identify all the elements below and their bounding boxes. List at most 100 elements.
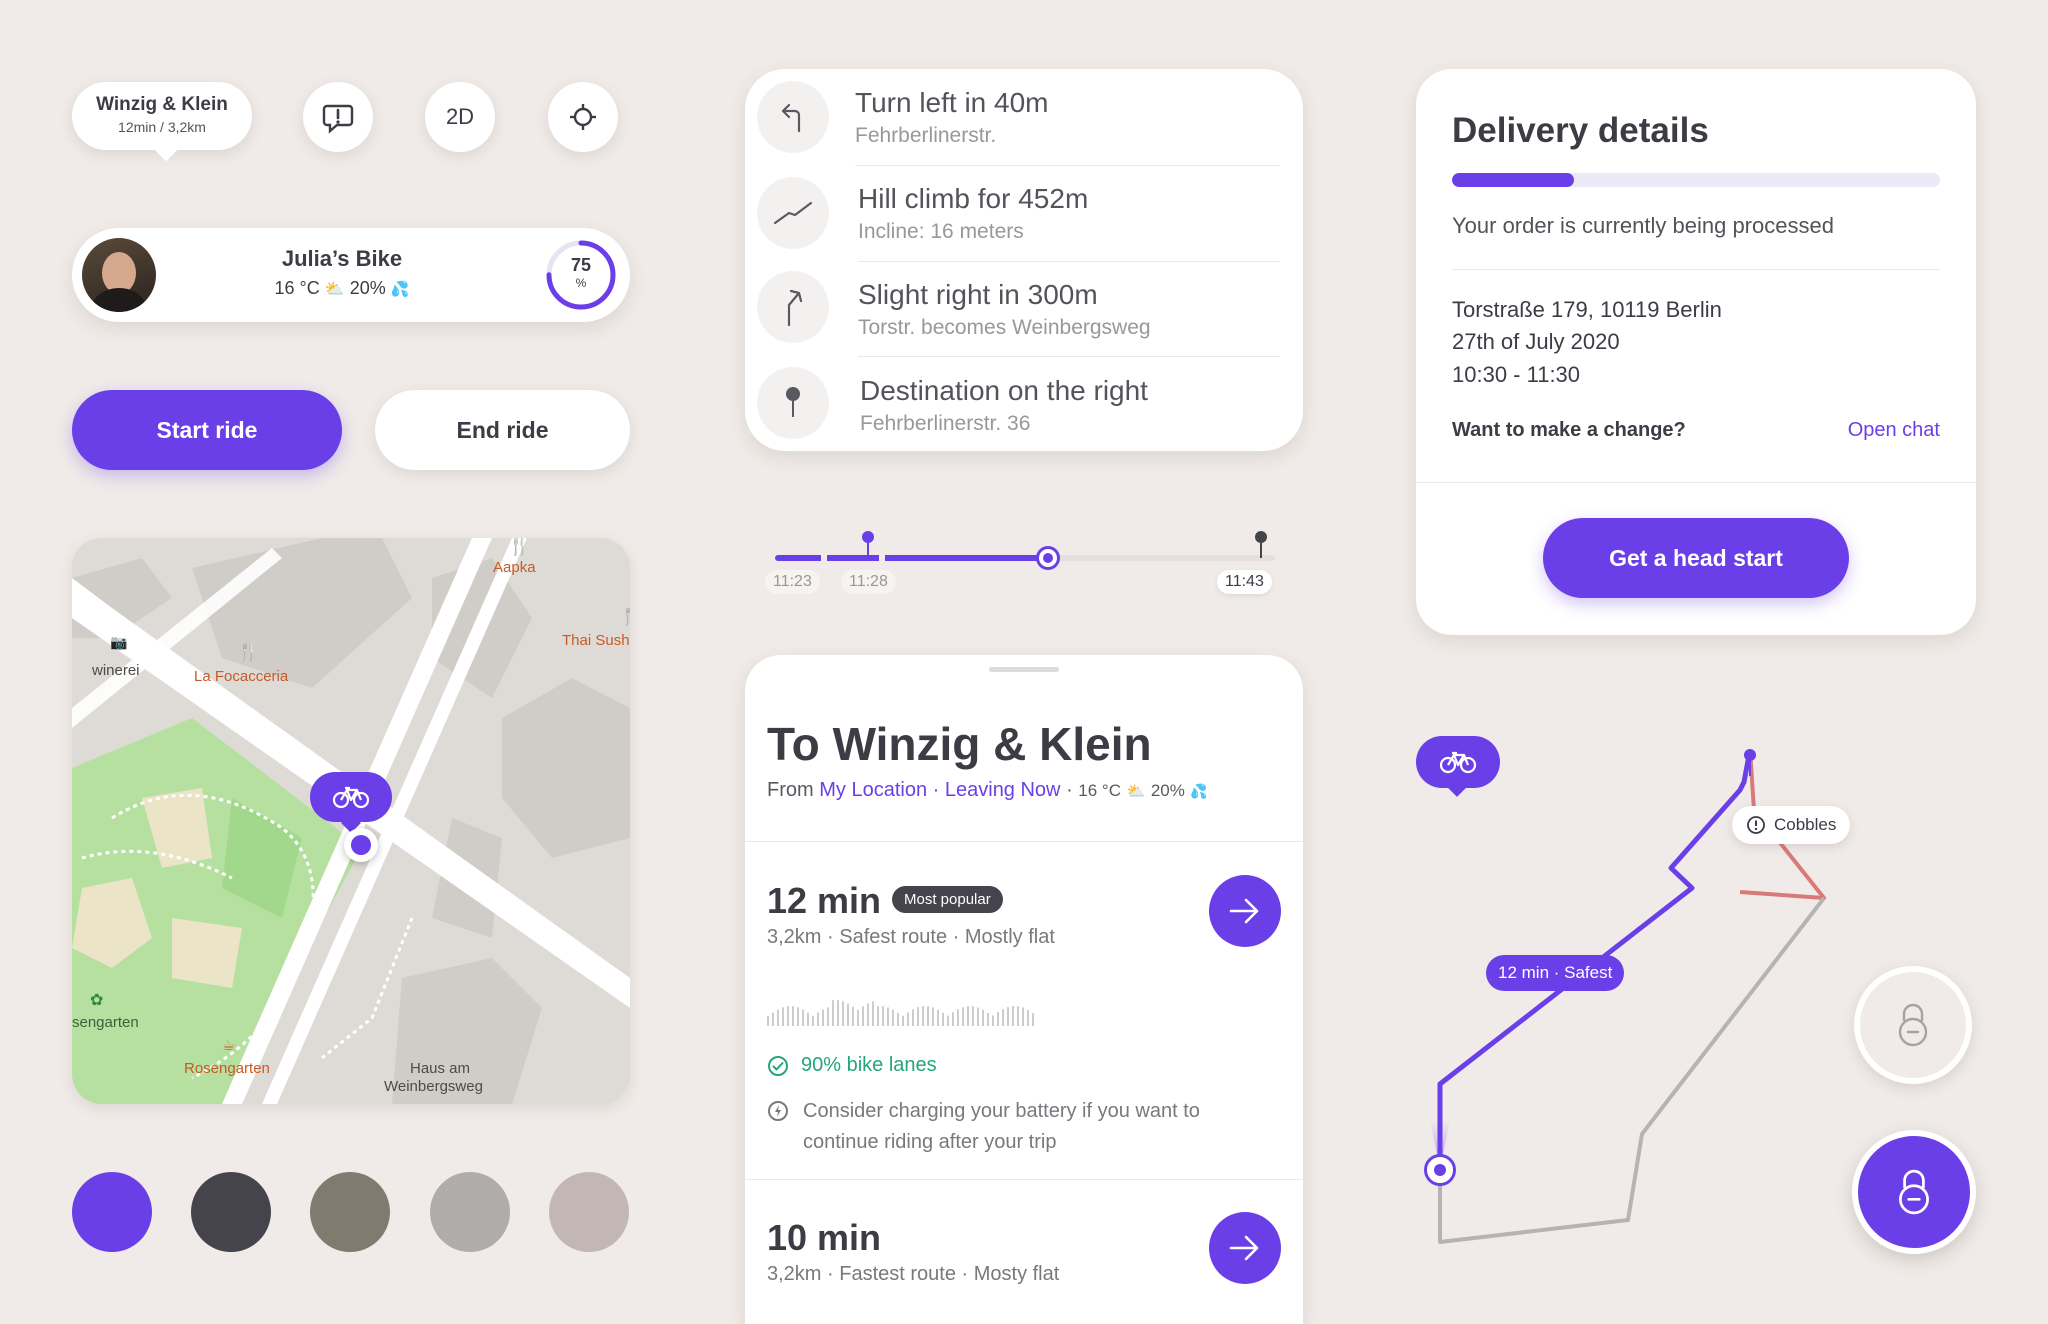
elevation-bar <box>767 1016 769 1026</box>
color-swatch-stone <box>430 1172 510 1252</box>
elevation-bar <box>852 1006 854 1026</box>
temperature: 16 °C <box>274 278 320 298</box>
elevation-bar <box>892 1009 894 1026</box>
restaurant-icon: 🍴 <box>508 538 531 556</box>
start-ride-button[interactable]: Start ride <box>72 390 342 470</box>
battery-unit: % <box>575 276 587 290</box>
battery-note-line-2: continue riding after your trip <box>803 1131 1057 1153</box>
bike-lanes-row: 90% bike lanes <box>767 1054 937 1077</box>
open-chat-link[interactable]: Open chat <box>1848 419 1940 442</box>
elevation-bar <box>977 1007 979 1026</box>
lock-button-inactive[interactable] <box>1854 966 1972 1084</box>
timeline-current-position[interactable] <box>1036 546 1060 570</box>
bolt-circle-icon <box>768 1101 788 1121</box>
map-view[interactable]: 🍴 Aapka 🍴 Thai Sush 📷 winerei 🍴 La Focac… <box>72 538 630 1104</box>
time-label: 11:43 <box>1217 570 1272 594</box>
start-ride-label: Start ride <box>156 416 258 443</box>
elevation-bar <box>832 1000 834 1026</box>
report-button[interactable] <box>303 82 373 152</box>
most-popular-badge: Most popular <box>892 886 1003 913</box>
destination-pin-icon <box>786 387 800 417</box>
elevation-bar <box>947 1015 949 1026</box>
destination-bubble[interactable]: Winzig & Klein 12min / 3,2km <box>72 82 252 162</box>
hill-climb-icon <box>773 201 813 225</box>
elevation-bar <box>992 1015 994 1026</box>
elevation-bar <box>777 1009 779 1026</box>
map-label-rosengarten-cafe: Rosengarten <box>184 1060 270 1077</box>
elevation-bar <box>887 1007 889 1026</box>
sheet-handle[interactable] <box>989 667 1059 672</box>
elevation-bar <box>942 1012 944 1026</box>
raindrops-icon: 💦 <box>1190 783 1208 799</box>
delivery-title: Delivery details <box>1452 111 1709 150</box>
map-label-focacceria: La Focacceria <box>194 668 289 685</box>
route-desc: 3,2km · Fastest route · Mosty flat <box>767 1263 1060 1285</box>
route-label-badge[interactable]: 12 min · Safest <box>1486 955 1625 991</box>
elevation-bar <box>837 1000 839 1026</box>
route-option[interactable]: 10 min 3,2km · Fastest route · Mosty fla… <box>745 1180 1303 1324</box>
locate-button[interactable] <box>548 82 618 152</box>
elevation-bar <box>882 1006 884 1026</box>
elevation-bar <box>987 1012 989 1026</box>
battery-note: Consider charging your battery if you wa… <box>767 1096 1200 1158</box>
separator: · <box>1066 779 1073 801</box>
go-button[interactable] <box>1209 1212 1281 1284</box>
sun-cloud-icon: ⛅ <box>1126 783 1146 800</box>
elevation-bar <box>982 1009 984 1026</box>
lock-icon <box>1898 1003 1928 1047</box>
bike-status-card[interactable]: Julia’s Bike 16 °C ⛅ 20% 💦 75 % <box>72 228 630 322</box>
route-desc: 3,2km · Safest route · Mostly flat <box>767 926 1055 948</box>
elevation-bar <box>902 1015 904 1026</box>
sheet-title: To Winzig & Klein <box>767 718 1152 770</box>
elevation-profile <box>767 1000 1034 1026</box>
lock-button-active[interactable] <box>1852 1130 1976 1254</box>
from-label: From <box>767 779 814 801</box>
color-swatch-dark <box>191 1172 271 1252</box>
go-button[interactable] <box>1209 875 1281 947</box>
turn-left-icon-wrap <box>757 81 829 153</box>
elevation-bar <box>962 1007 964 1026</box>
directions-card: Turn left in 40m Fehrberlinerstr. Hill c… <box>745 69 1303 451</box>
end-ride-button[interactable]: End ride <box>375 390 630 470</box>
end-ride-label: End ride <box>456 416 549 443</box>
destination-pin-icon <box>1744 749 1756 776</box>
elevation-bar <box>867 1003 869 1026</box>
lock-icon <box>1899 1169 1929 1215</box>
elevation-bar <box>1002 1009 1004 1026</box>
park-icon: ✿ <box>90 992 104 1009</box>
rain-chance: 20% <box>1150 781 1185 800</box>
avatar <box>82 238 156 312</box>
ride-timeline[interactable]: 11:23 11:28 11:43 <box>765 520 1285 600</box>
sun-cloud-icon: ⛅ <box>324 281 345 298</box>
direction-title: Hill climb for 452m <box>858 183 1089 214</box>
cafe-icon: ☕ <box>222 1037 236 1054</box>
route-map: Cobbles 12 min · Safest <box>1416 730 2016 1254</box>
elevation-bar <box>1007 1007 1009 1026</box>
locate-icon <box>570 104 596 130</box>
map-label-aapka: Aapka <box>493 559 536 576</box>
elevation-bar <box>817 1012 819 1026</box>
route-sheet: To Winzig & Klein From My Location · Lea… <box>745 655 1303 1324</box>
elevation-bar <box>772 1012 774 1026</box>
head-start-button[interactable]: Get a head start <box>1543 518 1849 598</box>
route-option[interactable]: 12 min Most popular 3,2km · Safest route… <box>745 842 1303 1172</box>
camera-icon: 📷 <box>110 634 128 650</box>
elevation-bar <box>1017 1006 1019 1026</box>
elevation-bar <box>922 1006 924 1026</box>
2d-toggle-button[interactable]: 2D <box>425 82 495 152</box>
direction-title: Turn left in 40m <box>855 87 1049 118</box>
my-location-link[interactable]: My Location <box>819 779 927 801</box>
leaving-now-link[interactable]: Leaving Now <box>945 779 1061 801</box>
delivery-card: Delivery details Your order is currently… <box>1416 69 1976 635</box>
hill-climb-icon-wrap <box>757 177 829 249</box>
map-label-haus-1: Haus am <box>410 1060 471 1077</box>
map-label-thai: Thai Sush <box>562 632 630 649</box>
elevation-bar <box>802 1009 804 1026</box>
check-circle-icon <box>768 1055 788 1076</box>
elevation-bar <box>842 1001 844 1026</box>
elevation-bar <box>972 1006 974 1026</box>
cobbles-warning-tooltip[interactable]: Cobbles <box>1732 806 1851 844</box>
elevation-bar <box>907 1012 909 1026</box>
elevation-bar <box>1032 1013 1034 1026</box>
bubble-title: Winzig & Klein <box>96 94 228 115</box>
